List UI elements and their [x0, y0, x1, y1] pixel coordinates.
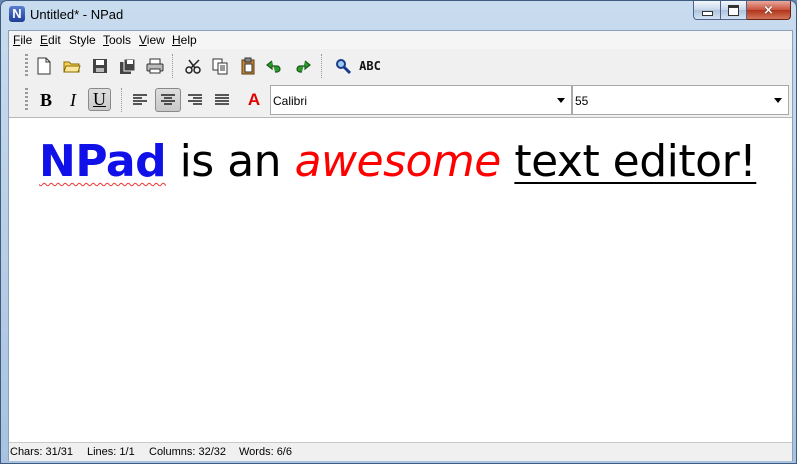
- toolbar-separator-2: [321, 54, 323, 78]
- format-toolbar-grip[interactable]: [25, 88, 28, 112]
- open-button[interactable]: [61, 55, 83, 77]
- font-color-button[interactable]: A: [243, 89, 265, 111]
- maximize-button[interactable]: [721, 1, 747, 20]
- find-icon: [335, 58, 351, 74]
- menu-help-label: elp: [180, 33, 197, 47]
- close-button[interactable]: ×: [747, 1, 791, 20]
- spellcheck-button[interactable]: ABC: [357, 55, 383, 77]
- client-area: File Edit Style Tools View Help ABC B I …: [8, 30, 793, 461]
- doc-space: [281, 136, 295, 187]
- redo-button[interactable]: [291, 55, 313, 77]
- menu-tools[interactable]: Tools: [103, 33, 131, 47]
- status-words: Words: 6/6: [239, 446, 292, 458]
- copy-button[interactable]: [209, 55, 231, 77]
- menu-style-label: Style: [69, 33, 96, 47]
- align-center-icon: [161, 94, 175, 105]
- menu-file[interactable]: File: [13, 33, 32, 47]
- print-icon: [146, 58, 164, 74]
- align-left-icon: [133, 94, 147, 105]
- font-size-value: 55: [575, 94, 589, 108]
- menu-view-label: iew: [146, 33, 165, 47]
- redo-icon: [296, 60, 311, 73]
- window-title: Untitled* - NPad: [30, 7, 124, 22]
- toolbar-grip[interactable]: [25, 54, 28, 78]
- new-document-icon: [37, 57, 51, 75]
- doc-space: [501, 136, 515, 187]
- find-button[interactable]: [332, 55, 354, 77]
- menu-view[interactable]: View: [139, 33, 165, 47]
- paste-icon: [241, 57, 254, 75]
- save-all-icon: [120, 58, 136, 74]
- cut-button[interactable]: [183, 55, 205, 77]
- document-editor[interactable]: NPad is an awesome text editor!: [9, 117, 792, 442]
- justify-icon: [215, 94, 229, 105]
- align-right-button[interactable]: [184, 89, 206, 111]
- chevron-down-icon[interactable]: [557, 98, 565, 103]
- format-separator: [121, 88, 123, 112]
- save-button[interactable]: [89, 55, 111, 77]
- standard-toolbar: ABC: [9, 49, 792, 84]
- status-chars: Chars: 31/31: [10, 446, 73, 458]
- copy-icon: [212, 58, 227, 74]
- menu-help[interactable]: Help: [172, 33, 197, 47]
- underline-button[interactable]: U: [88, 88, 111, 111]
- doc-word-text-editor: text editor!: [514, 136, 757, 187]
- menu-help-mnemonic: H: [172, 33, 181, 47]
- minimize-button[interactable]: [693, 1, 721, 20]
- undo-icon: [266, 60, 281, 73]
- save-icon: [93, 59, 107, 73]
- minimize-icon: [701, 10, 713, 16]
- close-icon: ×: [763, 2, 774, 18]
- menu-edit-label: dit: [48, 33, 61, 47]
- menu-edit-mnemonic: E: [40, 33, 49, 47]
- menu-style[interactable]: Style: [69, 33, 96, 47]
- status-lines: Lines: 1/1: [87, 446, 135, 458]
- spellcheck-icon: ABC: [359, 59, 381, 73]
- doc-space: [166, 136, 180, 187]
- print-button[interactable]: [144, 55, 166, 77]
- maximize-icon: [728, 4, 739, 16]
- doc-word-is-an: is an: [179, 136, 282, 187]
- toolbar-separator: [172, 54, 174, 78]
- open-folder-icon: [63, 61, 81, 73]
- format-toolbar: B I U A Calibri 55: [9, 83, 792, 116]
- cut-icon: [185, 59, 201, 74]
- window-controls: ×: [693, 1, 791, 20]
- doc-word-npad: NPad: [39, 136, 167, 187]
- menu-bar: File Edit Style Tools View Help: [9, 31, 792, 49]
- menu-view-mnemonic: V: [139, 33, 147, 47]
- npad-window: N Untitled* - NPad × File Edit Style Too…: [0, 0, 797, 464]
- paste-button[interactable]: [237, 55, 259, 77]
- align-right-icon: [188, 94, 202, 105]
- menu-file-label: ile: [20, 33, 33, 47]
- chevron-down-icon[interactable]: [774, 98, 782, 103]
- new-document-button[interactable]: [33, 55, 55, 77]
- doc-word-awesome: awesome: [294, 136, 502, 187]
- menu-edit[interactable]: Edit: [40, 33, 61, 47]
- font-name-select[interactable]: Calibri: [270, 85, 572, 115]
- undo-button[interactable]: [264, 55, 286, 77]
- font-name-value: Calibri: [273, 94, 308, 108]
- align-left-button[interactable]: [129, 89, 151, 111]
- bold-button[interactable]: B: [35, 89, 57, 111]
- title-bar[interactable]: N Untitled* - NPad ×: [1, 1, 796, 30]
- justify-button[interactable]: [211, 89, 233, 111]
- save-all-button[interactable]: [117, 55, 139, 77]
- font-size-select[interactable]: 55: [572, 85, 789, 115]
- app-icon: N: [9, 6, 25, 22]
- status-bar: Chars: 31/31 Lines: 1/1 Columns: 32/32 W…: [9, 442, 792, 461]
- italic-button[interactable]: I: [62, 89, 84, 111]
- menu-tools-label: ools: [109, 33, 132, 47]
- align-center-button[interactable]: [155, 88, 181, 112]
- document-text[interactable]: NPad is an awesome text editor!: [39, 136, 757, 187]
- status-columns: Columns: 32/32: [149, 446, 227, 458]
